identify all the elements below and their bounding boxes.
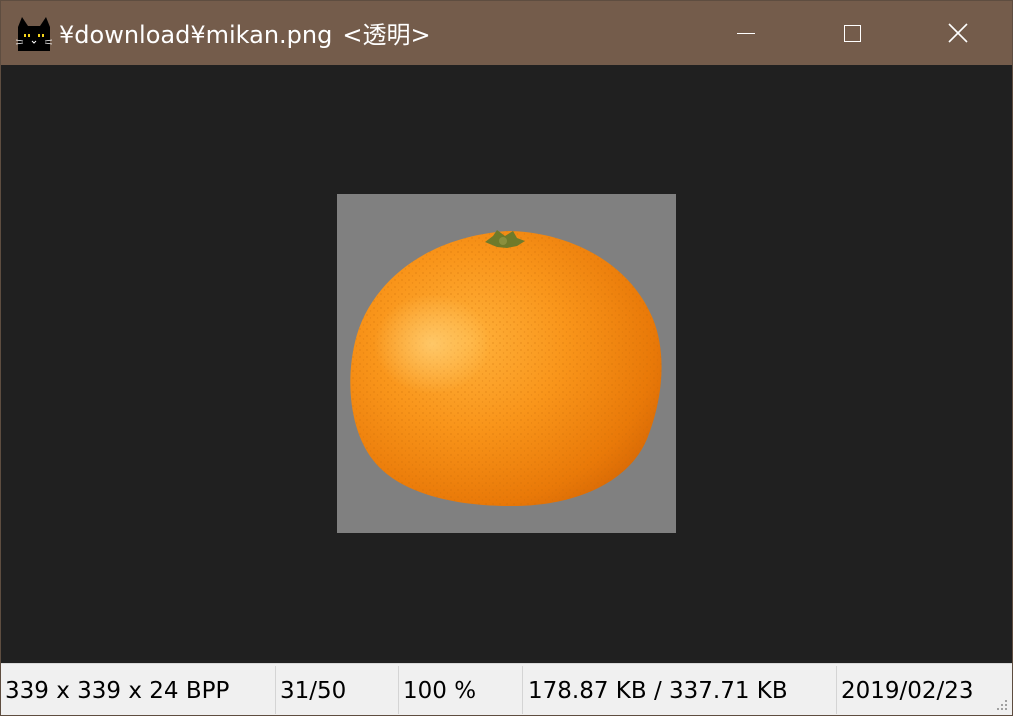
close-icon	[948, 23, 968, 43]
mikan-photo	[350, 230, 662, 507]
black-cat-icon[interactable]	[15, 15, 53, 53]
status-divider	[398, 666, 399, 714]
status-dimensions: 339 x 339 x 24 BPP	[5, 678, 230, 704]
status-bar: 339 x 339 x 24 BPP 31/50 100 % 178.87 KB…	[1, 663, 1012, 715]
image-viewer-window: ¥download¥mikan.png <透明> 339 x 339 x 24 …	[0, 0, 1013, 716]
window-title-path: ¥download¥mikan.png	[59, 21, 333, 49]
status-divider	[836, 666, 837, 714]
displayed-image[interactable]	[337, 194, 676, 533]
image-viewport[interactable]	[1, 65, 1012, 663]
status-divider	[275, 666, 276, 714]
window-title-suffix: <透明>	[342, 21, 431, 49]
resize-grip-icon[interactable]	[996, 699, 1008, 711]
title-bar[interactable]: ¥download¥mikan.png <透明>	[1, 1, 1012, 65]
maximize-icon	[843, 24, 861, 42]
status-date: 2019/02/23	[841, 678, 974, 704]
close-button[interactable]	[906, 1, 1010, 65]
maximize-button[interactable]	[800, 1, 904, 65]
minimize-button[interactable]	[694, 1, 798, 65]
window-title: ¥download¥mikan.png <透明>	[59, 19, 431, 51]
status-zoom: 100 %	[403, 678, 477, 704]
status-file-size: 178.87 KB / 337.71 KB	[528, 678, 788, 704]
status-image-index: 31/50	[280, 678, 347, 704]
status-divider	[522, 666, 523, 714]
minimize-icon	[737, 32, 755, 34]
